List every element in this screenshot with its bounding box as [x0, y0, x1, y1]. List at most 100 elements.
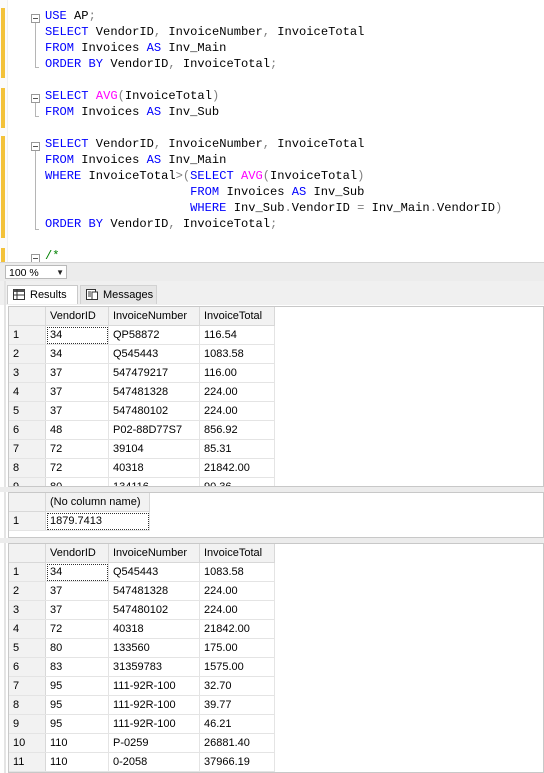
code-line[interactable]: FROM Invoices AS Inv_Sub: [45, 184, 364, 200]
table-row[interactable]: 6 83 31359783 1575.00: [9, 657, 275, 677]
table-row[interactable]: 8 95 111-92R-100 39.77: [9, 695, 275, 715]
table-cell[interactable]: 1575.00: [199, 657, 275, 677]
table-row[interactable]: 1 1879.7413: [9, 511, 150, 531]
zoom-dropdown[interactable]: 100 % ▼: [5, 265, 67, 279]
table-row[interactable]: 3 37 547479217 116.00: [9, 363, 275, 383]
table-cell[interactable]: 21842.00: [199, 458, 275, 478]
results-grid-2[interactable]: (No column name) 1 1879.7413: [8, 492, 544, 538]
row-number[interactable]: 8: [9, 695, 46, 715]
table-cell[interactable]: 83: [45, 657, 109, 677]
column-header[interactable]: InvoiceNumber: [108, 544, 200, 563]
code-line[interactable]: ORDER BY VendorID, InvoiceTotal;: [45, 56, 277, 72]
table-cell[interactable]: 547479217: [108, 363, 200, 383]
select-all-corner[interactable]: [9, 493, 46, 512]
row-number[interactable]: 6: [9, 420, 46, 440]
table-cell[interactable]: 134116: [108, 477, 200, 486]
fold-toggle-icon[interactable]: [31, 142, 40, 151]
table-cell[interactable]: 32.70: [199, 676, 275, 696]
table-cell[interactable]: 95: [45, 714, 109, 734]
row-number[interactable]: 5: [9, 401, 46, 421]
table-row[interactable]: 2 37 547481328 224.00: [9, 581, 275, 601]
row-number[interactable]: 3: [9, 600, 46, 620]
table-cell[interactable]: 133560: [108, 638, 200, 658]
row-number[interactable]: 1: [9, 511, 46, 531]
code-line[interactable]: /*: [45, 248, 60, 262]
table-cell[interactable]: 175.00: [199, 638, 275, 658]
row-number[interactable]: 11: [9, 752, 46, 772]
table-cell[interactable]: 1083.58: [199, 344, 275, 364]
table-cell[interactable]: 111-92R-100: [108, 714, 200, 734]
code-line[interactable]: WHERE InvoiceTotal>(SELECT AVG(InvoiceTo…: [45, 168, 364, 184]
tab-results[interactable]: Results: [7, 285, 78, 304]
table-cell[interactable]: Q545443: [108, 344, 200, 364]
table-row[interactable]: 6 48 P02-88D77S7 856.92: [9, 420, 275, 440]
code-line[interactable]: USE AP;: [45, 8, 96, 24]
table-row[interactable]: 5 80 133560 175.00: [9, 638, 275, 658]
table-cell[interactable]: 72: [45, 439, 109, 459]
row-number[interactable]: 10: [9, 733, 46, 753]
table-cell[interactable]: 37: [45, 600, 109, 620]
column-header[interactable]: InvoiceTotal: [199, 307, 275, 326]
code-line[interactable]: SELECT AVG(InvoiceTotal): [45, 88, 219, 104]
row-number[interactable]: 7: [9, 676, 46, 696]
row-number[interactable]: 2: [9, 581, 46, 601]
table-cell[interactable]: 40318: [108, 458, 200, 478]
row-number[interactable]: 3: [9, 363, 46, 383]
table-row[interactable]: 9 95 111-92R-100 46.21: [9, 714, 275, 734]
column-header[interactable]: (No column name): [45, 493, 150, 512]
table-cell[interactable]: P02-88D77S7: [108, 420, 200, 440]
table-row[interactable]: 1 34 QP58872 116.54: [9, 325, 275, 345]
fold-toggle-icon[interactable]: [31, 14, 40, 23]
table-row[interactable]: 3 37 547480102 224.00: [9, 600, 275, 620]
results-grid-3[interactable]: VendorID InvoiceNumber InvoiceTotal 1 34 Q545…: [8, 543, 544, 773]
select-all-corner[interactable]: [9, 307, 46, 326]
row-number[interactable]: 4: [9, 619, 46, 639]
column-header[interactable]: VendorID: [45, 544, 109, 563]
row-number[interactable]: 6: [9, 657, 46, 677]
table-cell[interactable]: 34: [45, 562, 109, 582]
row-number[interactable]: 2: [9, 344, 46, 364]
table-cell[interactable]: 0-2058: [108, 752, 200, 772]
fold-toggle-icon[interactable]: [31, 94, 40, 103]
table-cell[interactable]: 1083.58: [199, 562, 275, 582]
table-cell[interactable]: 116.00: [199, 363, 275, 383]
table-cell[interactable]: QP58872: [108, 325, 200, 345]
table-row[interactable]: 7 95 111-92R-100 32.70: [9, 676, 275, 696]
table-cell[interactable]: 39.77: [199, 695, 275, 715]
row-number[interactable]: 5: [9, 638, 46, 658]
table-cell[interactable]: 21842.00: [199, 619, 275, 639]
row-number[interactable]: 9: [9, 714, 46, 734]
table-cell[interactable]: 95: [45, 695, 109, 715]
column-header[interactable]: InvoiceTotal: [199, 544, 275, 563]
table-cell[interactable]: 110: [45, 733, 109, 753]
table-cell[interactable]: 48: [45, 420, 109, 440]
table-cell[interactable]: 1879.7413: [45, 511, 150, 531]
table-row[interactable]: 2 34 Q545443 1083.58: [9, 344, 275, 364]
table-cell[interactable]: 37: [45, 581, 109, 601]
table-cell[interactable]: 224.00: [199, 401, 275, 421]
table-cell[interactable]: 116.54: [199, 325, 275, 345]
table-row[interactable]: 1 34 Q545443 1083.58: [9, 562, 275, 582]
fold-toggle-icon[interactable]: [31, 254, 40, 262]
row-number[interactable]: 4: [9, 382, 46, 402]
table-cell[interactable]: 95: [45, 676, 109, 696]
table-cell[interactable]: 224.00: [199, 581, 275, 601]
row-number[interactable]: 9: [9, 477, 46, 486]
table-cell[interactable]: 110: [45, 752, 109, 772]
table-row[interactable]: 7 72 39104 85.31: [9, 439, 275, 459]
code-line[interactable]: FROM Invoices AS Inv_Sub: [45, 104, 219, 120]
table-cell[interactable]: 111-92R-100: [108, 676, 200, 696]
table-cell[interactable]: Q545443: [108, 562, 200, 582]
table-cell[interactable]: 37: [45, 363, 109, 383]
code-line[interactable]: SELECT VendorID, InvoiceNumber, InvoiceT…: [45, 24, 364, 40]
table-cell[interactable]: 80: [45, 477, 109, 486]
table-cell[interactable]: 37: [45, 382, 109, 402]
table-cell[interactable]: 34: [45, 344, 109, 364]
row-number[interactable]: 7: [9, 439, 46, 459]
select-all-corner[interactable]: [9, 544, 46, 563]
table-cell[interactable]: 547481328: [108, 382, 200, 402]
row-number[interactable]: 8: [9, 458, 46, 478]
column-header[interactable]: InvoiceNumber: [108, 307, 200, 326]
sql-editor[interactable]: USE AP; SELECT VendorID, InvoiceNumber, I…: [0, 0, 544, 262]
table-row[interactable]: 4 37 547481328 224.00: [9, 382, 275, 402]
